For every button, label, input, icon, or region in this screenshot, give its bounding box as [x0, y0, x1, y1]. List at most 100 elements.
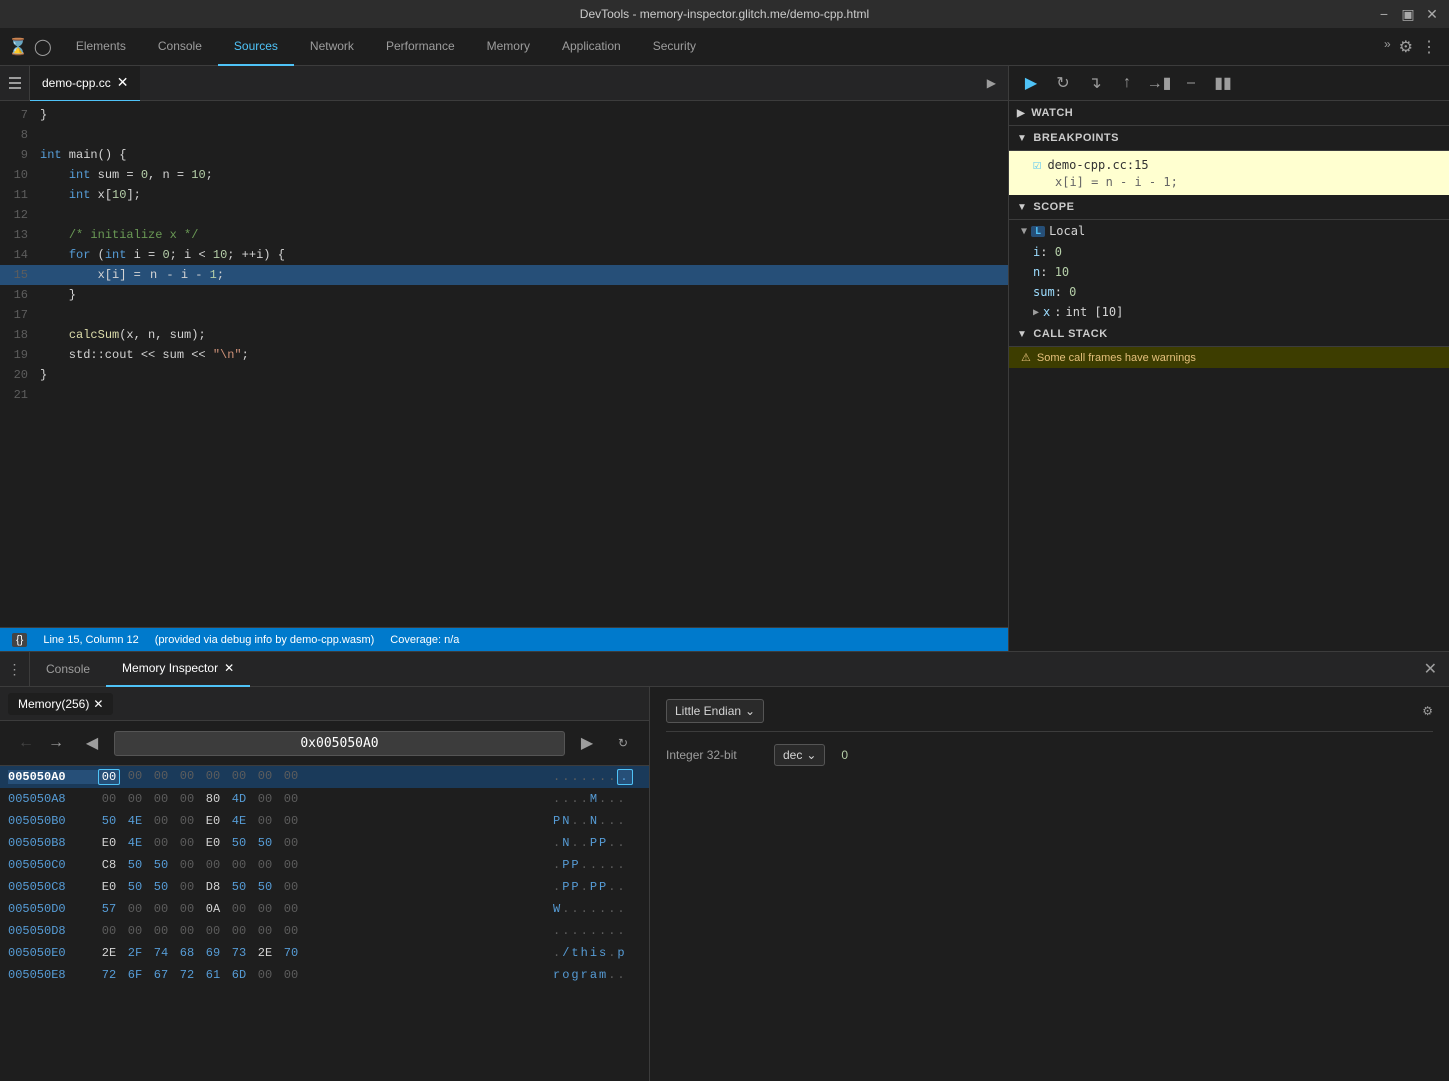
breakpoint-item[interactable]: ☑ demo-cpp.cc:15 x[i] = n - i - 1;	[1009, 151, 1449, 195]
interp-value: 0	[841, 748, 848, 762]
pause-button[interactable]: ↻	[1049, 69, 1077, 97]
line-content: int main() {	[40, 145, 1000, 165]
file-tab-close[interactable]: ✕	[117, 74, 129, 91]
debug-info: (provided via debug info by demo-cpp.was…	[155, 634, 375, 646]
tab-console[interactable]: Console	[142, 28, 218, 66]
tab-application[interactable]: Application	[546, 28, 637, 66]
memory-subtab-close[interactable]: ✕	[93, 697, 103, 711]
step-out-button[interactable]: →▮	[1145, 69, 1173, 97]
code-line-17[interactable]: 17	[0, 305, 1008, 325]
scope-i: i: 0	[1009, 242, 1449, 262]
breakpoints-section-header[interactable]: ▼ Breakpoints	[1009, 126, 1449, 151]
hex-byte-05[interactable]: 00	[228, 769, 250, 785]
hex-addr-2: 005050B0	[8, 814, 98, 828]
memory-256-tab[interactable]: Memory(256) ✕	[8, 693, 113, 715]
panel-toggle-button[interactable]	[0, 66, 30, 101]
hex-byte-00[interactable]: 00	[98, 769, 120, 785]
local-scope-item[interactable]: ▼ L Local	[1009, 220, 1449, 242]
hex-byte-06[interactable]: 00	[254, 769, 276, 785]
interp-format-select[interactable]: dec ⌄	[774, 744, 825, 766]
line-number: 14	[0, 245, 40, 265]
bottom-panel-close[interactable]: ✕	[1412, 659, 1449, 679]
x-chevron: ▶	[1033, 307, 1039, 318]
hex-view[interactable]: 005050A0 00 00 00 00 00 00 00 00 .......…	[0, 766, 649, 1081]
more-tabs-icon[interactable]: »	[1384, 37, 1391, 57]
close-button[interactable]: ✕	[1423, 6, 1441, 23]
hex-row-2: 005050B0 50 4E 00 00 E0 4E 00 00 PN..N..…	[0, 810, 649, 832]
right-scroll[interactable]: ▶ Watch ▼ Breakpoints ☑ demo-cpp.cc:15 x…	[1009, 101, 1449, 651]
forward-button[interactable]: →	[42, 729, 70, 757]
refresh-button[interactable]: ↻	[609, 729, 637, 757]
local-badge: L	[1031, 226, 1045, 237]
code-line-15[interactable]: 15 x[i] = n - i - 1;	[0, 265, 1008, 285]
next-page-button[interactable]: ▶	[573, 729, 601, 757]
scope-x[interactable]: ▶ x: int [10]	[1009, 302, 1449, 322]
tab-performance[interactable]: Performance	[370, 28, 471, 66]
tab-console-bottom[interactable]: Console	[30, 652, 106, 687]
endian-select[interactable]: Little Endian ⌄	[666, 699, 764, 723]
format-chevron: ⌄	[806, 748, 816, 762]
memory-right-panel: Little Endian ⌄ ⚙ Integer 32-bit dec ⌄ 0	[650, 687, 1449, 1081]
tab-memory-inspector[interactable]: Memory Inspector ✕	[106, 652, 250, 687]
hex-byte-04[interactable]: 00	[202, 769, 224, 785]
watch-section-header[interactable]: ▶ Watch	[1009, 101, 1449, 126]
hex-bytes-9: 72 6F 67 72 61 6D 00 00	[98, 968, 541, 982]
play-pause-button[interactable]: ▶	[975, 76, 1008, 90]
tab-network[interactable]: Network	[294, 28, 370, 66]
status-bar: {} Line 15, Column 12 (provided via debu…	[0, 627, 1008, 651]
code-line-12[interactable]: 12	[0, 205, 1008, 225]
hex-byte-01[interactable]: 00	[124, 769, 146, 785]
tab-sources[interactable]: Sources	[218, 28, 294, 66]
hex-row-5: 005050C8 E0 50 50 00 D8 50 50 00 .PP.PP.…	[0, 876, 649, 898]
hex-byte-07[interactable]: 00	[280, 769, 302, 785]
hex-bytes-4: C8 50 50 00 00 00 00 00	[98, 858, 541, 872]
tab-elements[interactable]: Elements	[60, 28, 142, 66]
code-line-19[interactable]: 19 std::cout << sum << "\n";	[0, 345, 1008, 365]
step-over-button[interactable]: ↴	[1081, 69, 1109, 97]
pause-on-exceptions-button[interactable]: ▮▮	[1209, 69, 1237, 97]
code-line-13[interactable]: 13 /* initialize x */	[0, 225, 1008, 245]
code-line-8[interactable]: 8	[0, 125, 1008, 145]
step-into-button[interactable]: ↑	[1113, 69, 1141, 97]
device-icon[interactable]: ◯	[34, 37, 52, 57]
code-line-7[interactable]: 7}	[0, 105, 1008, 125]
cursor-position: Line 15, Column 12	[43, 634, 138, 646]
resume-button[interactable]: ▶	[1017, 69, 1045, 97]
prev-page-button[interactable]: ◀	[78, 729, 106, 757]
settings-icon[interactable]: ⚙	[1399, 37, 1413, 57]
code-line-14[interactable]: 14 for (int i = 0; i < 10; ++i) {	[0, 245, 1008, 265]
bottom-panel-toggle[interactable]: ⋮	[0, 652, 30, 687]
code-line-20[interactable]: 20}	[0, 365, 1008, 385]
code-line-11[interactable]: 11 int x[10];	[0, 185, 1008, 205]
line-content: for (int i = 0; i < 10; ++i) {	[40, 245, 1000, 265]
tab-security[interactable]: Security	[637, 28, 712, 66]
tab-memory[interactable]: Memory	[471, 28, 546, 66]
back-button[interactable]: ←	[12, 729, 40, 757]
deactivate-breakpoints-button[interactable]: ⎯	[1177, 69, 1205, 97]
maximize-button[interactable]: ▣	[1399, 6, 1417, 23]
minimize-button[interactable]: −	[1375, 6, 1393, 23]
hex-byte-02[interactable]: 00	[150, 769, 172, 785]
hex-byte-03[interactable]: 00	[176, 769, 198, 785]
call-stack-section-header[interactable]: ▼ Call Stack	[1009, 322, 1449, 347]
scope-chevron: ▼	[1017, 202, 1027, 213]
titlebar: DevTools - memory-inspector.glitch.me/de…	[0, 0, 1449, 28]
code-line-10[interactable]: 10 int sum = 0, n = 10;	[0, 165, 1008, 185]
window-controls[interactable]: − ▣ ✕	[1375, 6, 1441, 23]
memory-inspector-tab-close[interactable]: ✕	[224, 661, 234, 675]
call-stack-label: Call Stack	[1033, 328, 1107, 340]
code-line-9[interactable]: 9int main() {	[0, 145, 1008, 165]
code-line-21[interactable]: 21	[0, 385, 1008, 405]
nav-more[interactable]: » ⚙ ⋮	[1372, 37, 1449, 57]
file-tab-demo-cpp[interactable]: demo-cpp.cc ✕	[30, 66, 140, 101]
cursor-icon[interactable]: ⌛	[8, 37, 28, 57]
memory-settings-button[interactable]: ⚙	[1422, 704, 1433, 718]
address-input[interactable]	[114, 731, 565, 756]
code-line-18[interactable]: 18 calcSum(x, n, sum);	[0, 325, 1008, 345]
hex-row-8: 005050E0 2E 2F 74 68 69 73 2E 70 ./this.…	[0, 942, 649, 964]
more-options-icon[interactable]: ⋮	[1421, 37, 1437, 57]
code-line-16[interactable]: 16 }	[0, 285, 1008, 305]
code-view[interactable]: 7}89int main() {10 int sum = 0, n = 10;1…	[0, 101, 1008, 627]
scope-section-header[interactable]: ▼ Scope	[1009, 195, 1449, 220]
local-chevron: ▼	[1021, 226, 1027, 237]
